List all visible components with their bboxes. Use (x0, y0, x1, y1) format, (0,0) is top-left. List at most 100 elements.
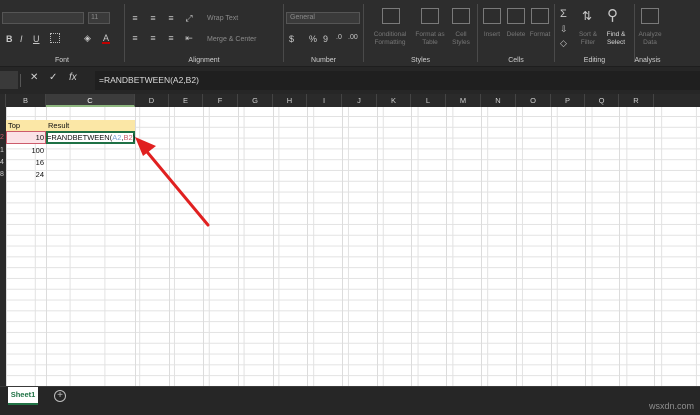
formula-bar: ✕ ✓ fx =RANDBETWEEN(A2,B2) (0, 67, 700, 94)
column-headers: B C D E F G H I J K L M N O P Q R (0, 94, 700, 107)
italic-button[interactable]: I (20, 34, 23, 44)
name-box[interactable] (0, 71, 18, 89)
percent-button[interactable]: % (309, 34, 317, 44)
find-select-label-2: Select (606, 39, 626, 46)
format-icon[interactable] (531, 8, 549, 24)
analysis-group: Analyze Data Analysis (634, 0, 700, 67)
cells-group-label: Cells (508, 57, 524, 64)
formula-close: ) (132, 133, 136, 142)
column-header-m[interactable]: M (446, 94, 481, 107)
column-header-k[interactable]: K (377, 94, 411, 107)
align-center-icon[interactable]: ≡ (147, 33, 159, 43)
analyze-data-button[interactable]: Analyze Data (635, 31, 665, 47)
analyze-data-label-1: Analyze (638, 31, 662, 38)
column-header-q[interactable]: Q (585, 94, 619, 107)
worksheet-grid[interactable] (0, 107, 700, 386)
cell-c2-formula[interactable]: =RANDBETWEEN(A2,B2) (47, 133, 135, 143)
format-button[interactable]: Format (527, 31, 553, 39)
cell-b2[interactable]: 10 (6, 133, 44, 143)
watermark: wsxdn.com (648, 401, 694, 411)
bold-button[interactable]: B (6, 34, 13, 44)
align-left-icon[interactable]: ≡ (129, 33, 141, 43)
cell-b5[interactable]: 24 (6, 170, 44, 180)
align-bottom-icon[interactable]: ≡ (165, 13, 177, 23)
cell-styles-button[interactable]: Cell Styles (446, 31, 476, 47)
alignment-group-label: Alignment (188, 57, 220, 64)
styles-group-label: Styles (410, 57, 431, 64)
column-header-l[interactable]: L (411, 94, 446, 107)
find-select-button[interactable]: Find & Select (599, 31, 633, 47)
orientation-icon[interactable]: ⤢ (183, 13, 195, 23)
column-header-i[interactable]: I (307, 94, 342, 107)
insert-icon[interactable] (483, 8, 501, 24)
grid-lines (6, 107, 655, 386)
font-name-dropdown[interactable] (2, 12, 84, 24)
currency-button[interactable]: $ (289, 34, 294, 44)
conditional-formatting-icon[interactable] (382, 8, 400, 24)
column-header-e[interactable]: E (169, 94, 203, 107)
tab-sheet1[interactable]: Sheet1 (8, 387, 38, 405)
number-group-label: Number (311, 57, 336, 64)
increase-decimal-icon[interactable]: .0 (336, 34, 342, 41)
wrap-text-button[interactable]: Wrap Text (207, 15, 238, 22)
formula-prefix: =RANDBETWEEN( (47, 133, 113, 142)
cell-b1[interactable]: Top (8, 121, 20, 131)
search-icon[interactable]: ⚲ (607, 6, 618, 24)
column-header-h[interactable]: H (273, 94, 307, 107)
align-middle-icon[interactable]: ≡ (147, 13, 159, 23)
align-right-icon[interactable]: ≡ (165, 33, 177, 43)
delete-icon[interactable] (507, 8, 525, 24)
column-header-g[interactable]: G (238, 94, 273, 107)
add-sheet-button[interactable]: + (54, 390, 66, 402)
format-as-table-icon[interactable] (421, 8, 439, 24)
merge-center-button[interactable]: Merge & Center (207, 36, 256, 43)
column-header-f[interactable]: F (203, 94, 238, 107)
font-group-label: Font (54, 57, 69, 64)
insert-function-icon[interactable]: fx (69, 72, 77, 83)
borders-icon[interactable] (50, 33, 60, 43)
font-size-dropdown[interactable]: 11 (88, 12, 110, 24)
column-header-p[interactable]: P (551, 94, 585, 107)
sheet-tabs-bar: Sheet1 + wsxdn.com (0, 386, 700, 415)
clear-icon[interactable]: ◇ (560, 38, 567, 49)
enter-icon[interactable]: ✓ (49, 72, 57, 83)
indent-icon[interactable]: ⇤ (183, 33, 195, 43)
cell-c1[interactable]: Result (48, 121, 69, 131)
delete-button[interactable]: Delete (503, 31, 529, 39)
comma-style-button[interactable]: 9 (323, 34, 328, 44)
conditional-formatting-label-2: Formatting (374, 39, 406, 46)
underline-button[interactable]: U (33, 34, 40, 44)
column-header-o[interactable]: O (516, 94, 551, 107)
analyze-data-label-2: Data (643, 39, 657, 46)
column-header-n[interactable]: N (481, 94, 516, 107)
decrease-decimal-icon[interactable]: .00 (348, 34, 358, 41)
column-header-j[interactable]: J (342, 94, 377, 107)
cell-styles-icon[interactable] (452, 8, 470, 24)
format-as-table-button[interactable]: Format as Table (412, 31, 448, 47)
font-size-value: 11 (91, 14, 99, 21)
column-header-d[interactable]: D (135, 94, 169, 107)
formula-input[interactable]: =RANDBETWEEN(A2,B2) (95, 71, 700, 90)
cancel-icon[interactable]: ✕ (30, 72, 38, 83)
autosum-button[interactable]: Σ (560, 8, 567, 20)
number-group: General $ % 9 .0 .00 Number (284, 0, 363, 67)
format-as-table-label-1: Format as (415, 31, 445, 38)
cell-b4[interactable]: 16 (6, 158, 44, 168)
ribbon: 11 B I U ◈ A Font ≡ ≡ ≡ ⤢ ≡ ≡ ≡ ⇤ Wrap T… (0, 0, 700, 67)
font-group: 11 B I U ◈ A Font (0, 0, 124, 67)
find-select-label-1: Find & (606, 31, 626, 38)
cell-b3[interactable]: 100 (6, 146, 44, 156)
analyze-data-icon[interactable] (641, 8, 659, 24)
fill-icon[interactable]: ⇩ (560, 24, 568, 35)
sort-filter-icon[interactable]: ⇅ (582, 9, 592, 23)
column-header-r[interactable]: R (619, 94, 654, 107)
insert-button[interactable]: Insert (478, 31, 506, 39)
number-format-dropdown[interactable]: General (286, 12, 360, 24)
column-header-c[interactable]: C (46, 94, 135, 107)
font-color-icon[interactable]: A (102, 33, 110, 44)
column-header-b[interactable]: B (6, 94, 46, 107)
fill-color-icon[interactable]: ◈ (84, 33, 91, 44)
conditional-formatting-button[interactable]: Conditional Formatting (364, 31, 416, 47)
align-top-icon[interactable]: ≡ (129, 13, 141, 23)
conditional-formatting-label-1: Conditional (373, 31, 407, 38)
